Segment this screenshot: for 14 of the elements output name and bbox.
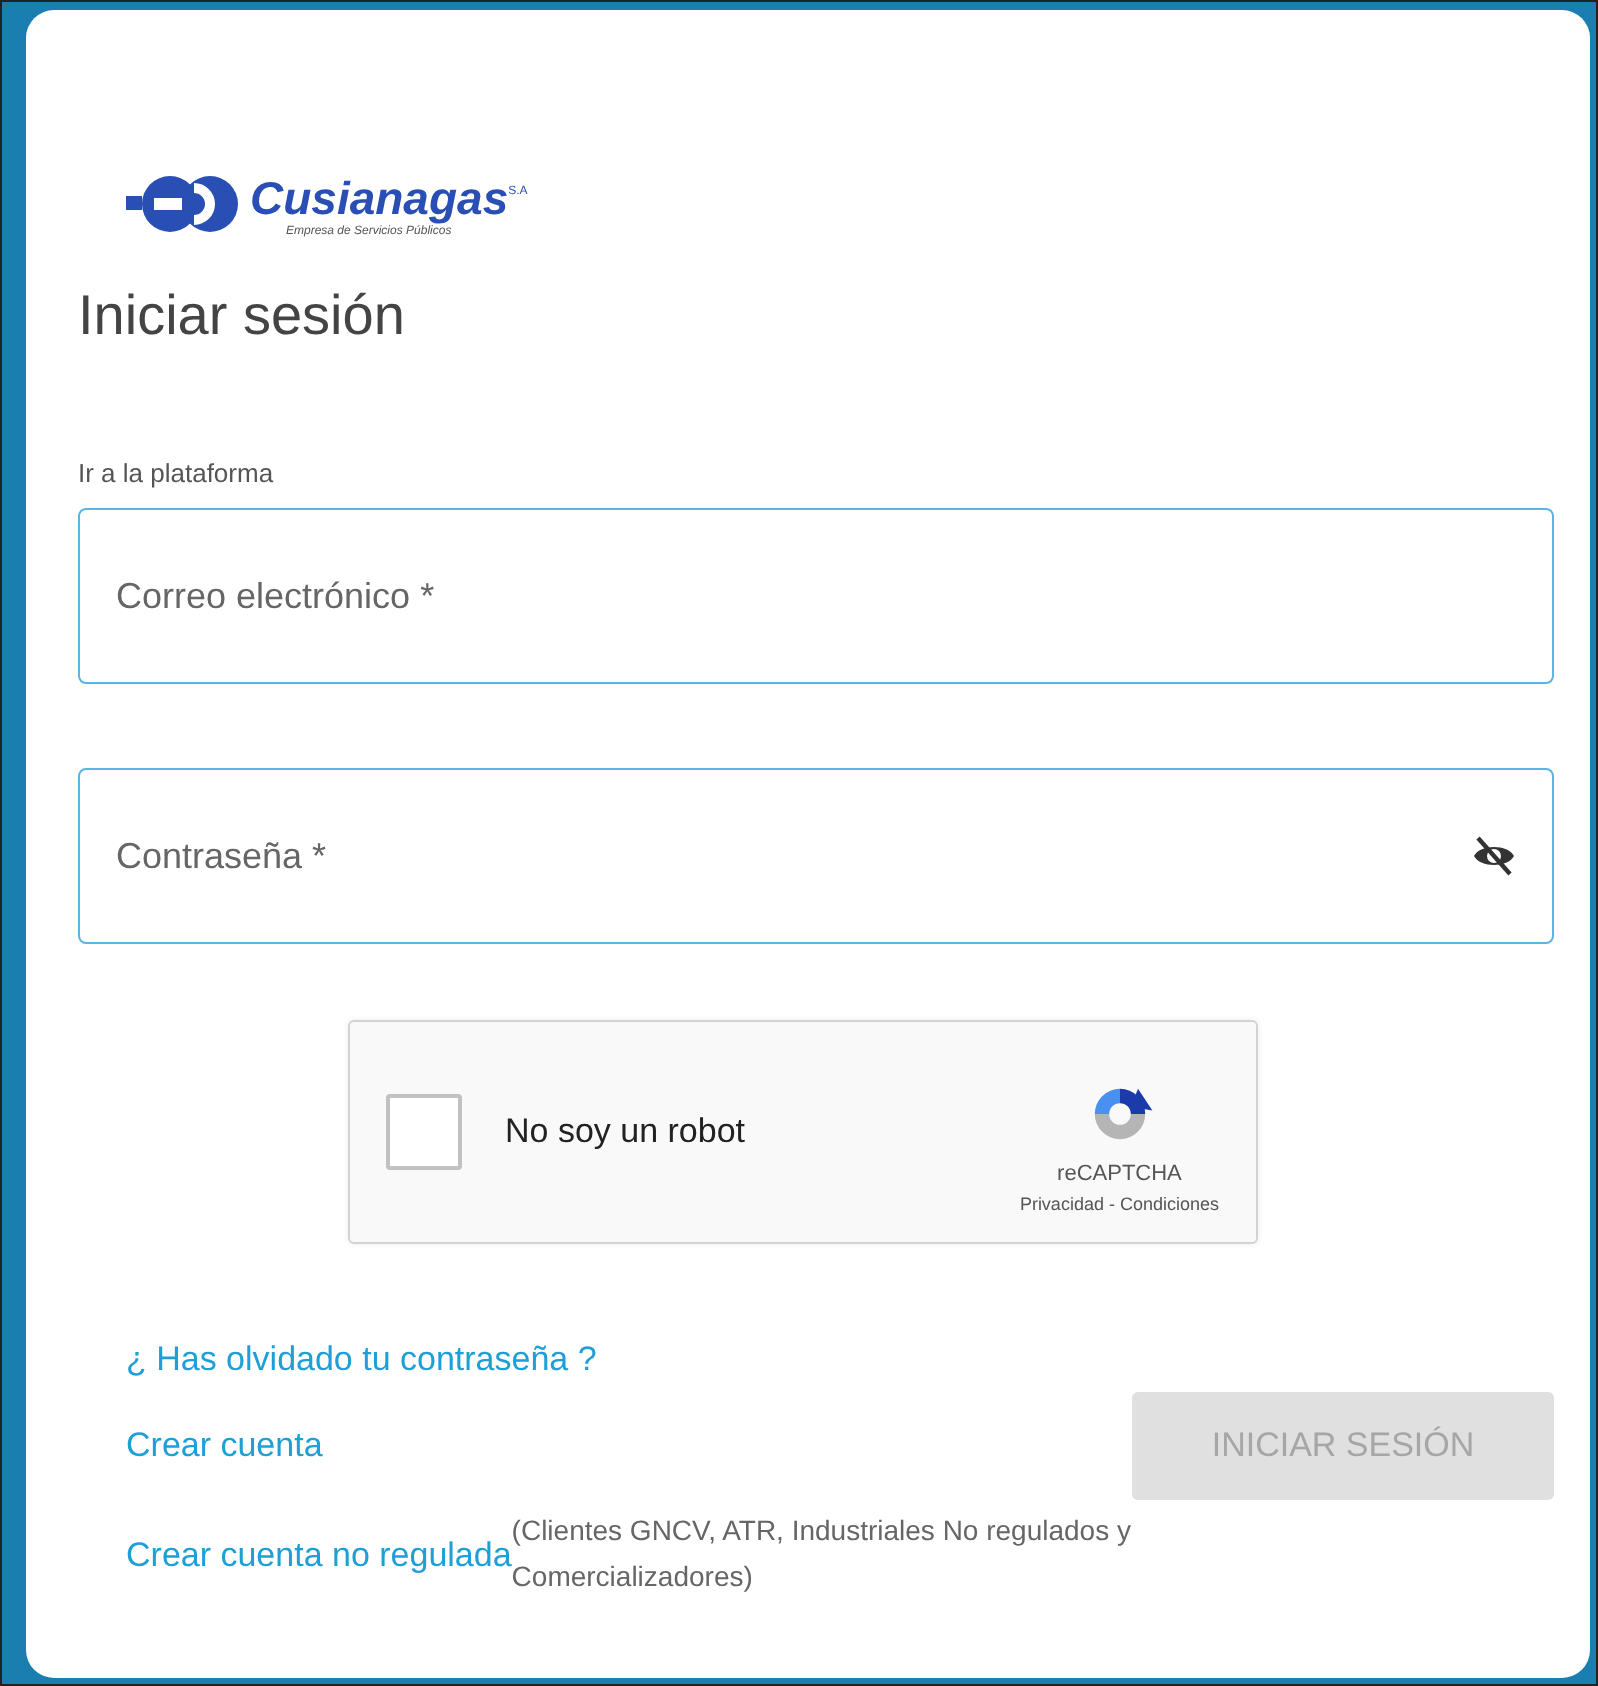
create-account-link[interactable]: Crear cuenta <box>126 1426 323 1466</box>
logo-wordmark: Cusianagas <box>250 170 509 225</box>
captcha-links[interactable]: Privacidad - Condiciones <box>1019 1194 1219 1214</box>
unregulated-account-link[interactable]: Crear cuenta no regulada <box>126 1536 512 1576</box>
input-field[interactable]: Contraseña * <box>78 768 1554 944</box>
input-field[interactable]: Correo electrónico * <box>78 508 1554 684</box>
checkbox[interactable] <box>385 1094 461 1170</box>
forgot-password-link[interactable]: ¿ Has olvidado tu contraseña ? <box>126 1340 597 1380</box>
eye-slash-icon[interactable] <box>1470 832 1518 880</box>
unregulated-note: (Clientes GNCV, ATR, Industriales No regulados y Comercializadores) <box>511 1512 1133 1596</box>
page-title: Iniciar sesión <box>78 282 407 350</box>
captcha-brand: reCAPTCHA <box>1057 1162 1182 1186</box>
section-label: Ir a la plataforma <box>78 458 276 488</box>
captcha-label: No soy un robot <box>505 1112 748 1152</box>
